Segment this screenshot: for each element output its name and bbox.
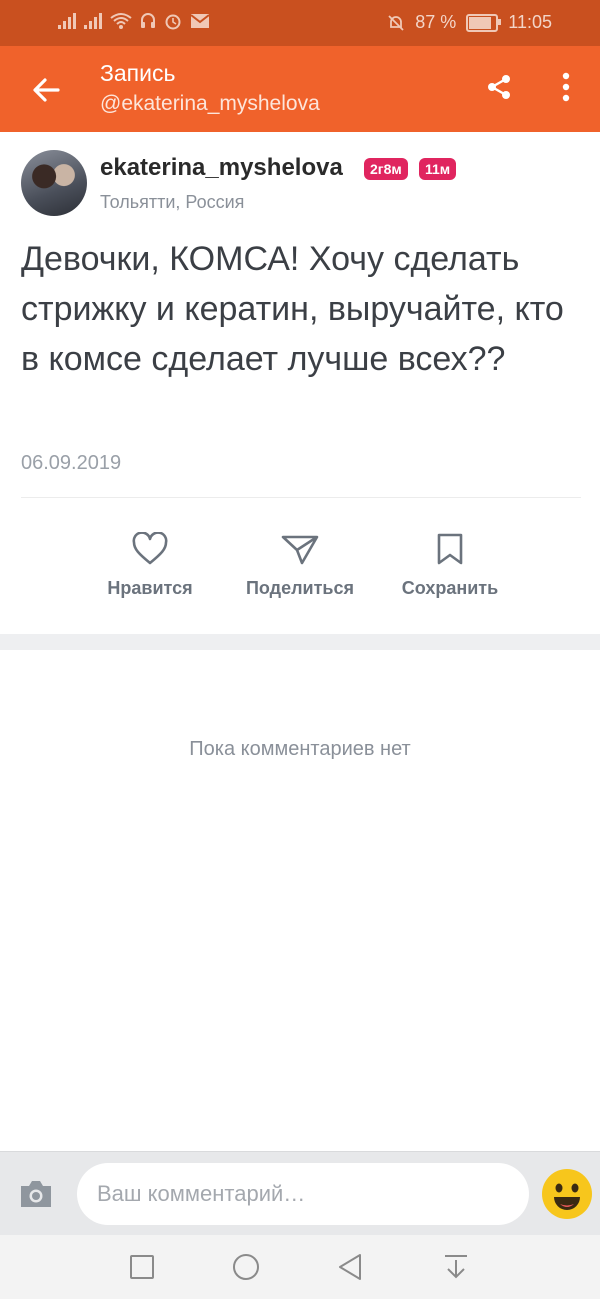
bookmark-icon (437, 533, 463, 565)
empty-comments-text: Пока комментариев нет (189, 738, 411, 760)
mail-icon (190, 14, 210, 28)
back-button[interactable] (26, 70, 66, 110)
system-back-button[interactable] (334, 1251, 366, 1283)
divider (21, 497, 581, 498)
bell-off-icon (388, 14, 404, 31)
clock: 11:05 (508, 12, 552, 32)
battery-percent: 87 % (415, 12, 457, 32)
arrow-left-icon (33, 78, 60, 102)
wifi-icon (110, 13, 132, 29)
alarm-icon (165, 14, 181, 30)
post-date: 06.09.2019 (21, 452, 122, 474)
save-button[interactable]: Сохранить (375, 532, 525, 599)
system-nav-bar (0, 1235, 600, 1299)
post-username[interactable]: ekaterina_myshelova (100, 154, 343, 182)
emoji-button[interactable] (541, 1168, 593, 1220)
status-bar: 87 % 11:05 (0, 0, 600, 46)
page-title: Запись (100, 60, 176, 86)
circle-icon (233, 1254, 259, 1280)
battery-icon (466, 13, 502, 32)
heart-icon (132, 532, 168, 565)
more-options-button[interactable] (553, 70, 579, 104)
battery-fill (469, 16, 492, 29)
recents-button[interactable] (126, 1251, 158, 1283)
status-badge: 2г8м (364, 158, 408, 180)
emoji-icon (542, 1169, 592, 1219)
headset-icon (141, 13, 155, 28)
triangle-back-icon (339, 1254, 361, 1280)
like-button[interactable]: Нравится (75, 532, 225, 599)
share-button[interactable] (484, 72, 514, 102)
post-text: Девочки, КОМСА! Хочу сделать стрижку и к… (21, 240, 564, 378)
camera-icon (21, 1181, 51, 1207)
status-left (58, 12, 210, 30)
square-icon (130, 1255, 154, 1279)
notifications-button[interactable] (440, 1251, 472, 1283)
arrow-down-icon (445, 1255, 467, 1279)
home-button[interactable] (230, 1251, 262, 1283)
page-subtitle: @ekaterina_myshelova (100, 92, 320, 115)
comment-input[interactable] (77, 1163, 529, 1225)
camera-button[interactable] (18, 1178, 54, 1210)
status-right: 87 % 11:05 (387, 12, 552, 33)
like-label: Нравится (107, 578, 193, 598)
status-badge: 11м (419, 158, 457, 180)
comment-bar (0, 1151, 600, 1236)
section-separator (0, 634, 600, 650)
app-bar: Запись @ekaterina_myshelova (0, 46, 600, 132)
more-vert-icon (562, 72, 570, 102)
send-icon (281, 535, 319, 565)
avatar[interactable] (21, 150, 87, 216)
share-post-button[interactable]: Поделиться (225, 532, 375, 599)
share-label: Поделиться (245, 578, 355, 598)
save-label: Сохранить (401, 578, 499, 598)
signal-2-icon (84, 13, 102, 29)
share-icon (488, 75, 510, 99)
signal-icon (58, 13, 76, 29)
post-location: Тольятти, Россия (100, 192, 245, 212)
